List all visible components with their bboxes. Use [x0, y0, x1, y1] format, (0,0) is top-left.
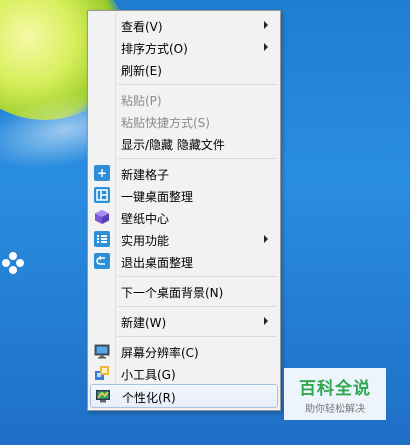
- menu-item-label: 个性化(R): [122, 391, 176, 405]
- exit-icon: [94, 253, 110, 269]
- menu-item-personalize[interactable]: 个性化(R): [90, 384, 278, 408]
- menu-item-exit-organize[interactable]: 退出桌面整理: [90, 250, 278, 272]
- menu-item-label: 新建格子: [121, 168, 170, 182]
- personalize-icon: [95, 388, 111, 404]
- menu-item-label: 粘贴快捷方式(S): [121, 116, 210, 130]
- wallpaper-flower: [2, 252, 24, 274]
- submenu-arrow-icon: [264, 43, 268, 51]
- menu-item-label: 实用功能: [121, 234, 170, 248]
- menu-item-label: 一键桌面整理: [121, 190, 194, 204]
- menu-item-label: 新建(W): [121, 316, 167, 330]
- submenu-arrow-icon: [264, 235, 268, 243]
- menu-separator: [117, 336, 276, 337]
- monitor-icon: [94, 343, 110, 359]
- menu-item-next-background[interactable]: 下一个桌面背景(N): [90, 280, 278, 302]
- cube-icon: [94, 209, 110, 225]
- menu-separator: [117, 306, 276, 307]
- menu-separator: [117, 158, 276, 159]
- menu-item-label: 显示/隐藏 隐藏文件: [121, 138, 225, 152]
- menu-item-label: 小工具(G): [121, 368, 176, 382]
- menu-item-paste[interactable]: 粘贴(P): [90, 88, 278, 110]
- menu-item-label: 屏幕分辨率(C): [121, 346, 199, 360]
- menu-item-new-grid[interactable]: + 新建格子: [90, 162, 278, 184]
- list-icon: [94, 231, 110, 247]
- menu-item-paste-shortcut[interactable]: 粘贴快捷方式(S): [90, 110, 278, 132]
- menu-item-label: 刷新(E): [121, 64, 162, 78]
- desktop-context-menu: 查看(V) 排序方式(O) 刷新(E) 粘贴(P) 粘贴快捷方式(S) 显示/隐…: [87, 10, 281, 411]
- gadgets-icon: [94, 365, 110, 381]
- submenu-arrow-icon: [264, 317, 268, 325]
- menu-item-toggle-hidden-files[interactable]: 显示/隐藏 隐藏文件: [90, 132, 278, 154]
- menu-separator: [117, 84, 276, 85]
- menu-item-label: 壁纸中心: [121, 212, 170, 226]
- menu-item-wallpaper-center[interactable]: 壁纸中心: [90, 206, 278, 228]
- menu-item-refresh[interactable]: 刷新(E): [90, 58, 278, 80]
- watermark-title: 百科全说: [299, 379, 371, 399]
- menu-item-label: 排序方式(O): [121, 42, 188, 56]
- plus-icon: +: [94, 165, 110, 181]
- menu-item-label: 下一个桌面背景(N): [121, 286, 224, 300]
- menu-item-label: 查看(V): [121, 20, 163, 34]
- watermark: 百科全说 助你轻松解决: [284, 368, 386, 420]
- menu-item-new[interactable]: 新建(W): [90, 310, 278, 332]
- menu-separator: [117, 276, 276, 277]
- menu-item-one-click-organize[interactable]: 一键桌面整理: [90, 184, 278, 206]
- watermark-subtitle: 助你轻松解决: [305, 404, 365, 415]
- menu-item-gadgets[interactable]: 小工具(G): [90, 362, 278, 384]
- menu-item-label: 退出桌面整理: [121, 256, 194, 270]
- menu-item-view[interactable]: 查看(V): [90, 14, 278, 36]
- menu-item-utilities[interactable]: 实用功能: [90, 228, 278, 250]
- menu-item-screen-resolution[interactable]: 屏幕分辨率(C): [90, 340, 278, 362]
- menu-item-label: 粘贴(P): [121, 94, 162, 108]
- menu-item-sort-by[interactable]: 排序方式(O): [90, 36, 278, 58]
- layout-icon: [94, 187, 110, 203]
- submenu-arrow-icon: [264, 21, 268, 29]
